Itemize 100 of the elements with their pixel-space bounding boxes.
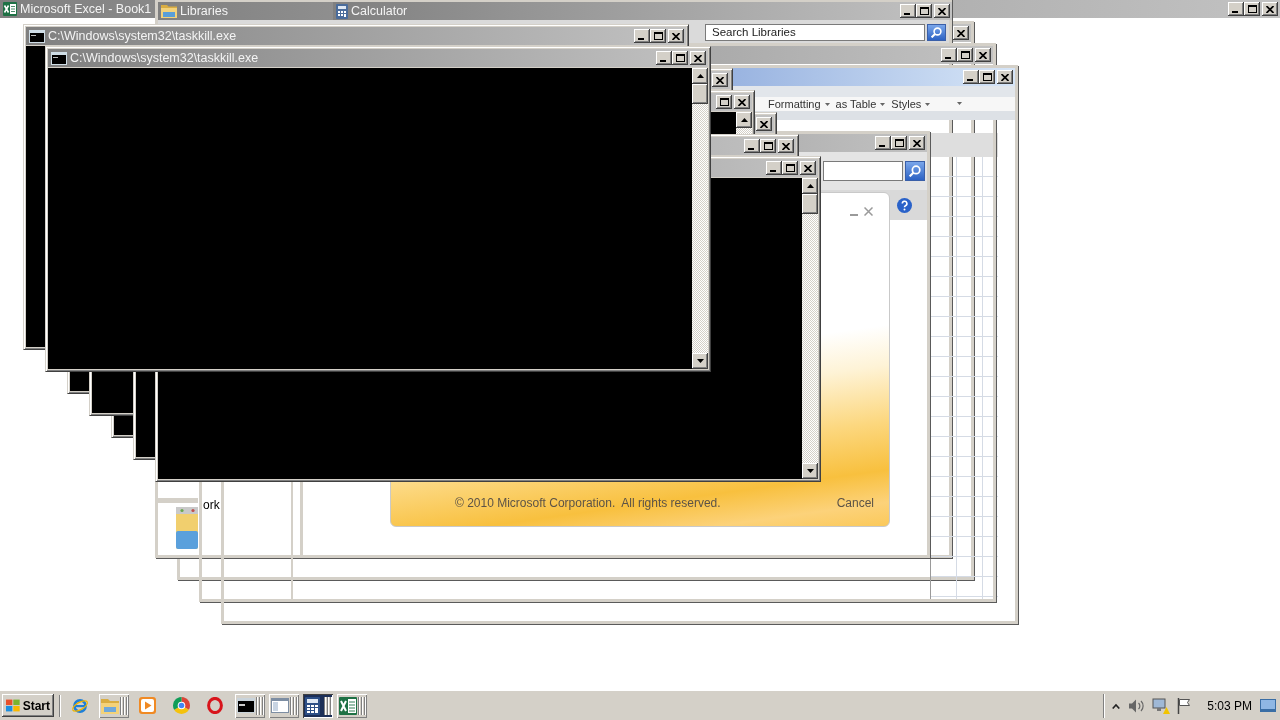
minimize-button[interactable] xyxy=(656,51,672,65)
window-title: Microsoft Excel - Book1 xyxy=(20,2,152,16)
search-button[interactable] xyxy=(905,161,925,181)
folder-icon xyxy=(161,4,177,18)
search-icon xyxy=(931,26,942,38)
close-icon xyxy=(913,139,921,147)
search-button[interactable] xyxy=(927,23,946,41)
maximize-button[interactable] xyxy=(650,29,666,43)
minimize-icon xyxy=(945,56,951,59)
minimize-button[interactable] xyxy=(1228,2,1244,16)
maximize-button[interactable] xyxy=(760,139,776,153)
start-button[interactable]: Start xyxy=(2,694,54,717)
close-icon xyxy=(957,29,965,37)
spreadsheet-icon xyxy=(3,2,17,16)
maximize-icon xyxy=(675,54,685,62)
minimize-button[interactable] xyxy=(634,29,650,43)
close-icon xyxy=(760,120,768,128)
nav-item[interactable]: ork xyxy=(203,498,220,512)
speaker-icon[interactable] xyxy=(1129,698,1146,713)
maximize-button[interactable] xyxy=(716,95,732,109)
close-icon xyxy=(1001,73,1009,81)
close-button[interactable] xyxy=(756,117,772,131)
scroll-up-button[interactable] xyxy=(692,68,708,84)
scroll-thumb[interactable] xyxy=(692,84,708,104)
search-field[interactable] xyxy=(823,161,903,181)
scroll-up-button[interactable] xyxy=(736,112,752,128)
close-button[interactable] xyxy=(953,26,969,40)
scroll-down-button[interactable] xyxy=(802,463,818,479)
close-button[interactable] xyxy=(690,51,706,65)
ribbon-button[interactable]: Styles xyxy=(888,97,934,111)
maximize-icon xyxy=(982,73,992,81)
search-field[interactable]: Search Libraries xyxy=(705,23,925,41)
ribbon-button[interactable]: as Table xyxy=(832,97,889,111)
close-icon xyxy=(672,32,680,40)
maximize-icon xyxy=(1247,5,1257,13)
maximize-button[interactable] xyxy=(672,51,688,65)
maximize-icon xyxy=(785,164,795,172)
minimize-button[interactable] xyxy=(941,48,957,62)
cancel-button[interactable]: Cancel xyxy=(836,496,874,510)
taskbar-button[interactable] xyxy=(303,693,333,718)
close-button[interactable] xyxy=(1262,2,1278,16)
desktop-icon[interactable] xyxy=(1260,699,1276,712)
arrow-up-icon xyxy=(696,74,704,78)
close-button[interactable] xyxy=(778,139,794,153)
play-icon xyxy=(139,697,156,714)
minimize-icon xyxy=(660,59,666,62)
arrow-down-icon xyxy=(806,469,814,473)
spreadsheet-icon xyxy=(339,696,357,715)
maximize-icon xyxy=(653,32,663,40)
folder-icon xyxy=(101,697,119,714)
close-icon xyxy=(979,51,987,59)
calculator-icon xyxy=(336,3,348,19)
caret-icon xyxy=(880,102,886,106)
close-button[interactable] xyxy=(800,161,816,175)
windows-logo-icon xyxy=(6,699,20,712)
minimize-button[interactable] xyxy=(963,70,979,84)
scroll-thumb[interactable] xyxy=(802,194,818,214)
arrow-down-icon xyxy=(696,359,704,363)
scroll-down-button[interactable] xyxy=(692,353,708,369)
search-icon xyxy=(909,165,921,177)
close-button[interactable] xyxy=(734,95,750,109)
minimize-icon xyxy=(904,12,910,15)
minimize-button[interactable] xyxy=(766,161,782,175)
minimize-button[interactable] xyxy=(744,139,760,153)
close-button[interactable] xyxy=(909,136,925,150)
close-button[interactable] xyxy=(712,73,728,87)
minimize-button[interactable] xyxy=(875,136,891,150)
scroll-up-button[interactable] xyxy=(802,178,818,194)
minimize-icon xyxy=(748,147,754,150)
window-title: Libraries xyxy=(180,4,228,18)
taskbar-button[interactable] xyxy=(235,693,265,718)
close-button[interactable] xyxy=(668,29,684,43)
maximize-button[interactable] xyxy=(891,136,907,150)
help-icon[interactable] xyxy=(897,197,912,213)
close-button[interactable] xyxy=(997,70,1013,84)
browser-icon xyxy=(71,696,89,715)
caret-icon[interactable] xyxy=(957,102,963,105)
maximize-button[interactable] xyxy=(979,70,995,84)
maximize-icon xyxy=(894,139,904,147)
maximize-button[interactable] xyxy=(916,4,932,18)
arrow-up-icon xyxy=(806,184,814,188)
console-icon xyxy=(29,29,45,43)
maximize-button[interactable] xyxy=(782,161,798,175)
close-icon[interactable] xyxy=(864,207,873,216)
minimize-icon xyxy=(638,37,644,40)
maximize-button[interactable] xyxy=(1244,2,1260,16)
console-icon xyxy=(51,51,67,65)
maximize-button[interactable] xyxy=(957,48,973,62)
close-icon xyxy=(804,164,812,172)
close-button[interactable] xyxy=(975,48,991,62)
ring-icon xyxy=(207,697,223,714)
calculator-icon xyxy=(305,696,320,715)
chevron-up-icon[interactable] xyxy=(1112,702,1121,709)
close-icon xyxy=(716,76,724,84)
ribbon-button[interactable]: Formatting xyxy=(765,97,833,111)
caret-icon xyxy=(925,102,931,106)
network-icon[interactable] xyxy=(1152,697,1171,714)
close-button[interactable] xyxy=(934,4,950,18)
flag-icon[interactable] xyxy=(1177,697,1193,714)
minimize-button[interactable] xyxy=(900,4,916,18)
